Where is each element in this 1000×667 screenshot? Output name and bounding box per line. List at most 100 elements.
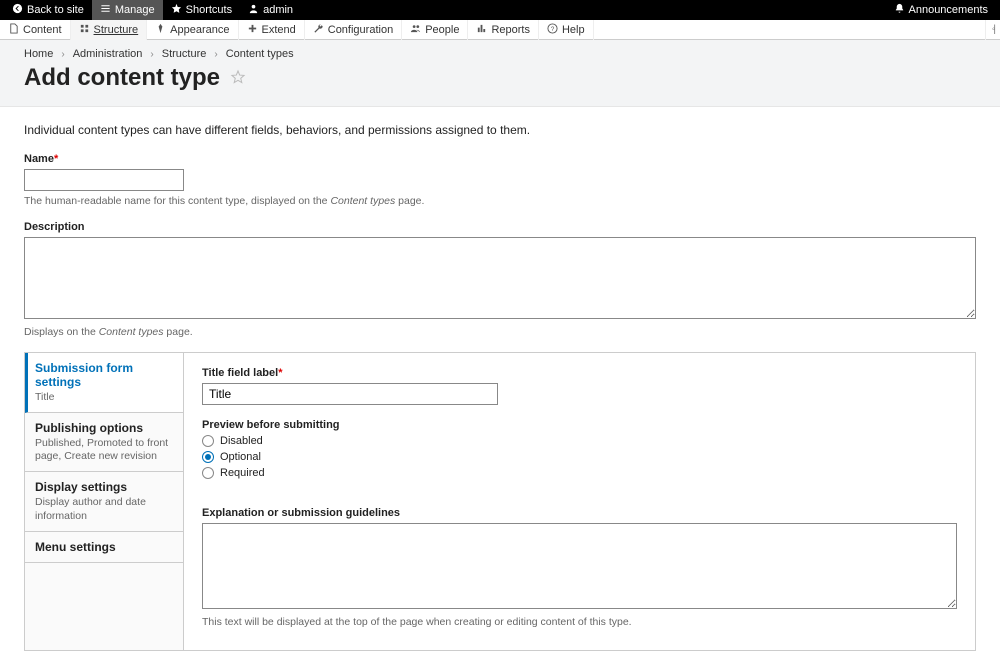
announcements-label: Announcements <box>909 4 989 16</box>
admin-menu-bar: Content Structure Appearance Extend Conf… <box>0 20 1000 40</box>
name-hint: The human-readable name for this content… <box>24 195 976 207</box>
tab-subtitle: Published, Promoted to front page, Creat… <box>35 437 173 463</box>
title-field-label-group: Title field label* <box>202 367 957 405</box>
chevron-right-icon: › <box>150 49 153 60</box>
tab-title: Menu settings <box>35 540 173 554</box>
back-to-site-link[interactable]: Back to site <box>4 0 92 20</box>
top-toolbar-right: Announcements <box>886 0 997 20</box>
hamburger-icon <box>100 3 111 17</box>
tab-title: Submission form settings <box>35 361 173 389</box>
people-menu[interactable]: People <box>402 20 468 40</box>
preview-before-submitting-group: Preview before submitting Disabled Optio… <box>202 419 957 479</box>
extend-label: Extend <box>262 24 296 36</box>
structure-label: Structure <box>94 24 139 36</box>
appearance-label: Appearance <box>170 24 229 36</box>
radio-label: Optional <box>220 451 261 463</box>
appearance-menu[interactable]: Appearance <box>147 20 238 40</box>
title-field-label-label: Title field label* <box>202 367 957 379</box>
wrench-icon <box>313 23 324 37</box>
radio-disabled[interactable]: Disabled <box>202 435 957 447</box>
radio-icon <box>202 435 214 447</box>
help-label: Help <box>562 24 585 36</box>
reports-label: Reports <box>491 24 530 36</box>
description-label: Description <box>24 221 976 233</box>
appearance-icon <box>155 23 166 37</box>
help-menu[interactable]: ? Help <box>539 20 594 40</box>
tab-title: Display settings <box>35 480 173 494</box>
description-hint: Displays on the Content types page. <box>24 326 976 338</box>
orientation-toggle[interactable]: ◦| <box>985 20 1000 40</box>
guidelines-hint: This text will be displayed at the top o… <box>202 616 957 628</box>
vertical-tabs-content: Title field label* Preview before submit… <box>184 353 975 650</box>
guidelines-textarea[interactable] <box>202 523 957 609</box>
tab-menu-settings[interactable]: Menu settings <box>25 532 183 563</box>
name-field-group: Name* The human-readable name for this c… <box>24 153 976 207</box>
radio-label: Required <box>220 467 265 479</box>
radio-icon <box>202 451 214 463</box>
main-content: Individual content types can have differ… <box>0 107 1000 667</box>
svg-text:?: ? <box>551 25 555 32</box>
radio-label: Disabled <box>220 435 263 447</box>
extend-icon <box>247 23 258 37</box>
name-input[interactable] <box>24 169 184 191</box>
breadcrumb-administration[interactable]: Administration <box>73 48 143 60</box>
shortcuts-link[interactable]: Shortcuts <box>163 0 240 20</box>
vertical-tabs: Submission form settings Title Publishin… <box>24 352 976 651</box>
tab-title: Publishing options <box>35 421 173 435</box>
reports-menu[interactable]: Reports <box>468 20 539 40</box>
radio-required[interactable]: Required <box>202 467 957 479</box>
radio-optional[interactable]: Optional <box>202 451 957 463</box>
back-arrow-icon <box>12 3 23 17</box>
announcements-link[interactable]: Announcements <box>886 0 997 20</box>
tab-subtitle: Title <box>35 391 173 404</box>
required-marker: * <box>278 367 282 379</box>
required-marker: * <box>54 153 58 165</box>
tab-submission-form-settings[interactable]: Submission form settings Title <box>25 353 183 413</box>
structure-menu[interactable]: Structure <box>71 20 148 40</box>
chevron-right-icon: › <box>61 49 64 60</box>
people-label: People <box>425 24 459 36</box>
orientation-icon: ◦| <box>992 24 994 35</box>
breadcrumb-structure[interactable]: Structure <box>162 48 207 60</box>
page-title: Add content type <box>24 64 220 92</box>
back-to-site-label: Back to site <box>27 4 84 16</box>
name-label: Name* <box>24 153 976 165</box>
people-icon <box>410 23 421 37</box>
configuration-menu[interactable]: Configuration <box>305 20 402 40</box>
content-icon <box>8 23 19 37</box>
description-textarea[interactable] <box>24 237 976 319</box>
bell-icon <box>894 3 905 17</box>
preview-label: Preview before submitting <box>202 419 957 431</box>
shortcut-star-icon[interactable] <box>230 69 246 88</box>
user-icon <box>248 3 259 17</box>
configuration-label: Configuration <box>328 24 393 36</box>
admin-top-toolbar: Back to site Manage Shortcuts admin Anno… <box>0 0 1000 20</box>
title-field-label-input[interactable] <box>202 383 498 405</box>
breadcrumb-content-types[interactable]: Content types <box>226 48 294 60</box>
shortcuts-label: Shortcuts <box>186 4 232 16</box>
tab-subtitle: Display author and date information <box>35 496 173 522</box>
radio-icon <box>202 467 214 479</box>
description-field-group: Description Displays on the Content type… <box>24 221 976 338</box>
tab-publishing-options[interactable]: Publishing options Published, Promoted t… <box>25 413 183 472</box>
guidelines-label: Explanation or submission guidelines <box>202 507 957 519</box>
user-menu[interactable]: admin <box>240 0 301 20</box>
intro-text: Individual content types can have differ… <box>24 123 976 137</box>
extend-menu[interactable]: Extend <box>239 20 305 40</box>
user-label: admin <box>263 4 293 16</box>
page-header: Home › Administration › Structure › Cont… <box>0 40 1000 107</box>
chevron-right-icon: › <box>214 49 217 60</box>
star-icon <box>171 3 182 17</box>
reports-icon <box>476 23 487 37</box>
breadcrumb: Home › Administration › Structure › Cont… <box>24 48 976 60</box>
tab-display-settings[interactable]: Display settings Display author and date… <box>25 472 183 531</box>
content-menu[interactable]: Content <box>0 20 71 40</box>
vertical-tabs-list: Submission form settings Title Publishin… <box>25 353 184 650</box>
help-icon: ? <box>547 23 558 37</box>
manage-toggle[interactable]: Manage <box>92 0 163 20</box>
manage-label: Manage <box>115 4 155 16</box>
structure-icon <box>79 23 90 37</box>
top-toolbar-left: Back to site Manage Shortcuts admin <box>4 0 301 20</box>
breadcrumb-home[interactable]: Home <box>24 48 53 60</box>
content-label: Content <box>23 24 62 36</box>
